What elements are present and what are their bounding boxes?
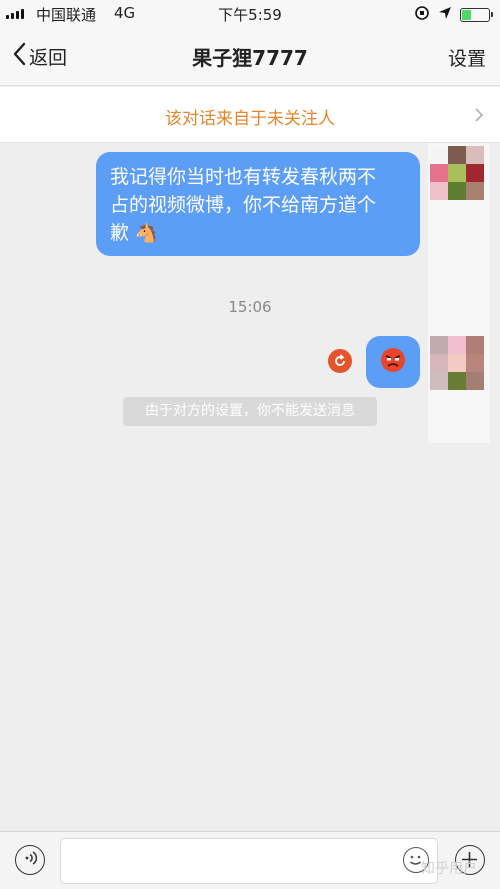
- status-bar: 中国联通 4G 下午5:59: [0, 0, 500, 28]
- angry-face-icon: [380, 347, 406, 377]
- timestamp: 15:06: [228, 298, 272, 316]
- system-message: 由于对方的设置，你不能发送消息: [123, 397, 377, 426]
- watermark: 知乎用户: [421, 861, 477, 877]
- message-bubble[interactable]: [366, 336, 420, 388]
- message-line: 歉: [110, 222, 130, 244]
- nav-bar: 返回 果子狸7777 设置: [0, 28, 500, 86]
- orientation-lock-icon: [414, 5, 430, 25]
- message-line: 我记得你当时也有转发春秋两不: [110, 166, 377, 188]
- avatar[interactable]: [430, 336, 484, 390]
- message-bubble[interactable]: 我记得你当时也有转发春秋两不 占的视频微博，你不给南方道个 歉 🐴: [96, 152, 420, 256]
- message-input[interactable]: [60, 838, 438, 884]
- stranger-notice-banner[interactable]: 该对话来自于未关注人: [0, 87, 500, 143]
- avatar[interactable]: [430, 146, 484, 200]
- resend-icon[interactable]: [328, 349, 352, 373]
- notice-text: 该对话来自于未关注人: [165, 109, 335, 129]
- battery-level: [462, 10, 472, 20]
- voice-button[interactable]: [15, 845, 45, 875]
- page-title: 果子狸7777: [192, 46, 308, 70]
- chevron-right-icon: [474, 107, 484, 127]
- battery-icon: [460, 8, 493, 22]
- horse-emoji: 🐴: [135, 223, 158, 244]
- voice-icon: [22, 850, 38, 870]
- location-icon: [438, 6, 452, 24]
- settings-button[interactable]: 设置: [448, 44, 486, 71]
- message-line: 占的视频微博，你不给南方道个: [110, 194, 377, 216]
